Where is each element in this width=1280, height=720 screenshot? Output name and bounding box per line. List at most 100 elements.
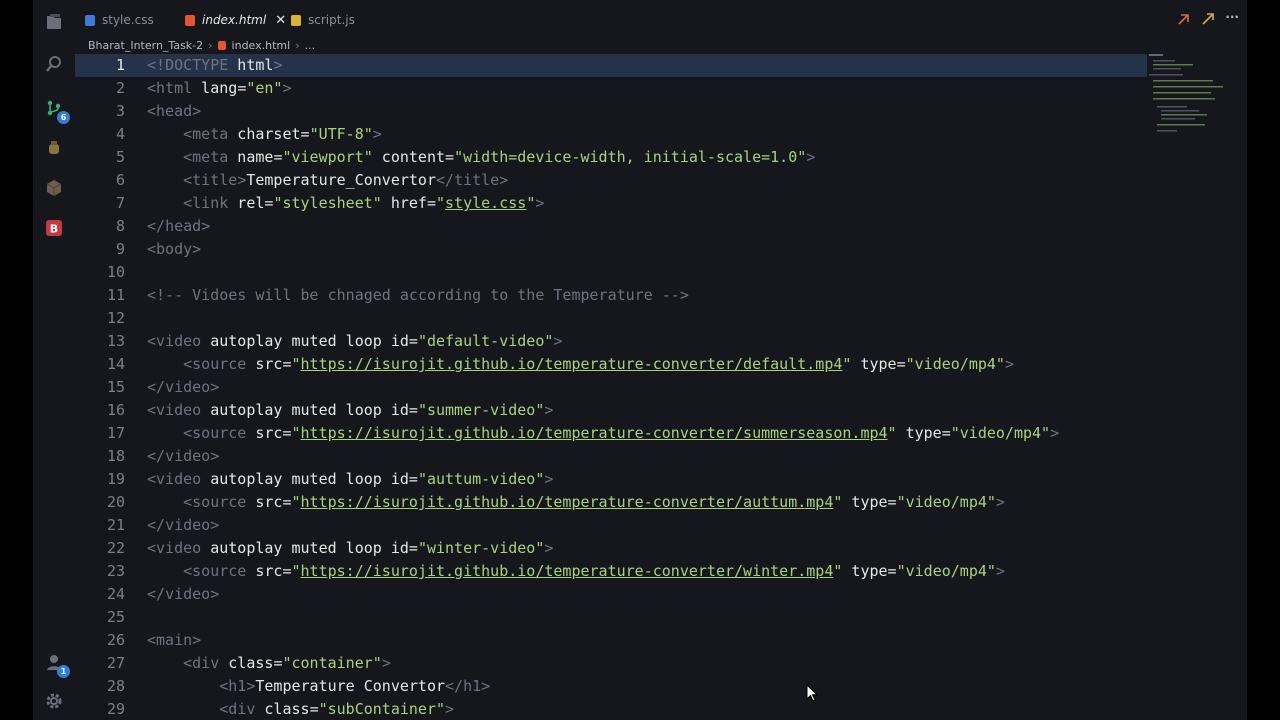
tab-style-css[interactable]: style.css: [85, 6, 154, 34]
line-number[interactable]: 8: [75, 215, 125, 238]
line-number[interactable]: 19: [75, 468, 125, 491]
code-token: head: [165, 217, 202, 235]
code-line[interactable]: 17 <source src="https://isurojit.github.…: [75, 422, 1147, 445]
tab-script-js[interactable]: script.js: [291, 6, 355, 34]
code-line[interactable]: 28 <h1>Temperature Convertor</h1>: [75, 675, 1147, 698]
source-control-icon[interactable]: 6: [42, 96, 70, 124]
line-number[interactable]: 25: [75, 606, 125, 629]
line-number[interactable]: 27: [75, 652, 125, 675]
code-line[interactable]: 20 <source src="https://isurojit.github.…: [75, 491, 1147, 514]
line-number[interactable]: 9: [75, 238, 125, 261]
code-token: src: [246, 493, 283, 511]
code-text: <video autoplay muted loop id="default-v…: [147, 330, 562, 353]
explorer-icon[interactable]: [42, 10, 66, 34]
code-line[interactable]: 27 <div class="container">: [75, 652, 1147, 675]
line-number[interactable]: 18: [75, 445, 125, 468]
line-number[interactable]: 14: [75, 353, 125, 376]
code-line[interactable]: 2 <html lang="en">: [75, 77, 1147, 100]
line-number[interactable]: 1: [75, 54, 125, 77]
line-number[interactable]: 24: [75, 583, 125, 606]
code-editor[interactable]: 1 <!DOCTYPE html> 2 <html lang="en"> 3 <head>…: [75, 54, 1147, 720]
code-token: <!-- Vidoes will be chnaged according to…: [147, 286, 689, 304]
search-icon[interactable]: [42, 52, 66, 76]
code-line[interactable]: 23 <source src="https://isurojit.github.…: [75, 560, 1147, 583]
code-token: "video/mp4": [896, 493, 996, 511]
line-number[interactable]: 22: [75, 537, 125, 560]
code-line[interactable]: 26 <main>: [75, 629, 1147, 652]
code-line[interactable]: 19 <video autoplay muted loop id="auttum-…: [75, 468, 1147, 491]
line-number[interactable]: 11: [75, 284, 125, 307]
line-number[interactable]: 10: [75, 261, 125, 284]
code-line[interactable]: 24 </video>: [75, 583, 1147, 606]
line-number[interactable]: 13: [75, 330, 125, 353]
bootstrap-extension-icon[interactable]: B: [42, 216, 66, 240]
line-number[interactable]: 28: [75, 675, 125, 698]
tab-index-html[interactable]: index.html ✕: [185, 6, 286, 34]
tab-label: style.css: [102, 13, 154, 27]
code-line[interactable]: 13 <video autoplay muted loop id="default…: [75, 330, 1147, 353]
line-number[interactable]: 7: [75, 192, 125, 215]
line-number[interactable]: 23: [75, 560, 125, 583]
line-number[interactable]: 15: [75, 376, 125, 399]
code-line[interactable]: 7 <link rel="stylesheet" href="style.css…: [75, 192, 1147, 215]
code-line[interactable]: 16 <video autoplay muted loop id="summer-…: [75, 399, 1147, 422]
extensions-icon[interactable]: [42, 176, 66, 200]
code-line[interactable]: 9 <body>: [75, 238, 1147, 261]
code-token: >: [481, 677, 491, 695]
code-token: class: [255, 700, 310, 718]
line-number[interactable]: 12: [75, 307, 125, 330]
code-token: =: [309, 700, 319, 718]
line-number[interactable]: 21: [75, 514, 125, 537]
code-line[interactable]: 10: [75, 261, 1147, 284]
code-line[interactable]: 22 <video autoplay muted loop id="winter-…: [75, 537, 1147, 560]
code-token: <: [183, 125, 193, 143]
code-line[interactable]: 15 </video>: [75, 376, 1147, 399]
code-token: </: [445, 677, 464, 695]
line-number[interactable]: 16: [75, 399, 125, 422]
accounts-icon[interactable]: 1: [42, 650, 70, 678]
open-preview-icon[interactable]: [1201, 11, 1215, 30]
line-number[interactable]: 5: [75, 146, 125, 169]
code-token: =: [408, 401, 418, 419]
line-number[interactable]: 20: [75, 491, 125, 514]
gear-icon[interactable]: [42, 689, 66, 713]
code-line[interactable]: 1 <!DOCTYPE html>: [75, 54, 1147, 77]
code-token: ": [291, 493, 301, 511]
code-token: =: [282, 355, 292, 373]
code-token: ": [887, 424, 897, 442]
line-number[interactable]: 26: [75, 629, 125, 652]
line-number[interactable]: 4: [75, 123, 125, 146]
line-number[interactable]: 2: [75, 77, 125, 100]
code-line[interactable]: 29 <div class="subContainer">: [75, 698, 1147, 720]
code-line[interactable]: 11 <!-- Vidoes will be chnaged according …: [75, 284, 1147, 307]
code-line[interactable]: 12: [75, 307, 1147, 330]
line-number[interactable]: 17: [75, 422, 125, 445]
code-line[interactable]: 14 <source src="https://isurojit.github.…: [75, 353, 1147, 376]
line-number[interactable]: 6: [75, 169, 125, 192]
code-token: "viewport": [282, 148, 373, 166]
code-line[interactable]: 4 <meta charset="UTF-8">: [75, 123, 1147, 146]
code-line[interactable]: 18 </video>: [75, 445, 1147, 468]
breadcrumb-symbol[interactable]: ...: [305, 39, 316, 52]
code-text: <!-- Vidoes will be chnaged according to…: [147, 284, 689, 307]
code-text: <video autoplay muted loop id="summer-vi…: [147, 399, 553, 422]
git-compare-icon[interactable]: [1177, 11, 1191, 30]
breadcrumb-file[interactable]: index.html: [232, 39, 291, 52]
minimap[interactable]: [1149, 50, 1239, 140]
run-debug-icon[interactable]: [42, 136, 66, 160]
breadcrumb-folder[interactable]: Bharat_Intern_Task-2: [88, 39, 203, 52]
close-icon[interactable]: ✕: [275, 13, 286, 28]
code-line[interactable]: 25: [75, 606, 1147, 629]
code-line[interactable]: 5 <meta name="viewport" content="width=d…: [75, 146, 1147, 169]
code-token: body: [156, 240, 193, 258]
code-line[interactable]: 6 <title>Temperature_Convertor</title>: [75, 169, 1147, 192]
code-line[interactable]: 21 </video>: [75, 514, 1147, 537]
code-token: </: [147, 585, 166, 603]
code-token: <: [147, 332, 157, 350]
code-line[interactable]: 8 </head>: [75, 215, 1147, 238]
line-number[interactable]: 3: [75, 100, 125, 123]
code-token: ": [526, 194, 536, 212]
code-line[interactable]: 3 <head>: [75, 100, 1147, 123]
more-actions-icon[interactable]: ···: [1225, 11, 1239, 30]
line-number[interactable]: 29: [75, 698, 125, 720]
